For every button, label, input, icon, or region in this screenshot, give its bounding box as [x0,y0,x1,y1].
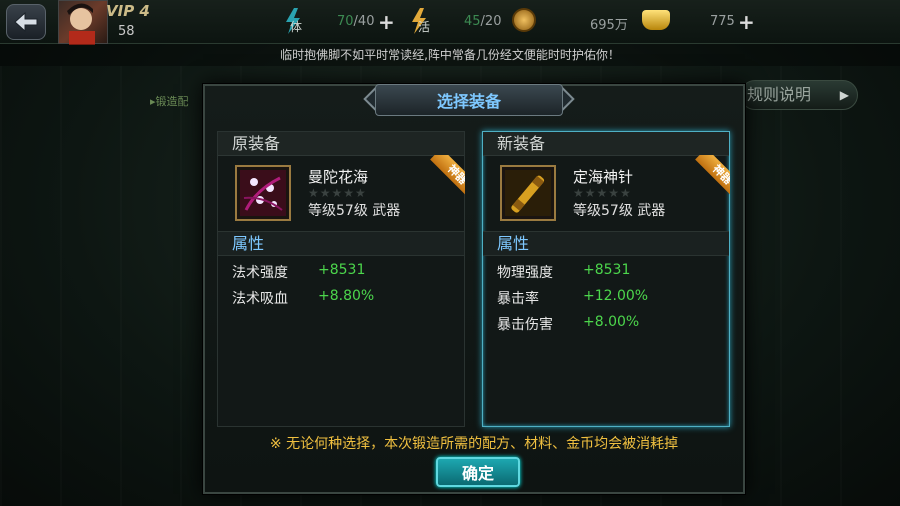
background-hint: ▸锻造配 [150,95,189,108]
notice-banner: 临时抱佛脚不如平时常读经,阵中常备几份经文便能时时护佑你！ [0,44,900,66]
vitality-value: 45/20 [464,14,502,29]
player-level: 58 [118,24,135,39]
new-attr-row: 物理强度 +8531 [497,262,631,281]
game-screen: VIP 4 58 体 70/40 + 活 45/20 695万 775 + 临时… [0,0,900,506]
consumption-warning: ※ 无论何种选择，本次锻造所需的配方、材料、金币均会被消耗掉 [269,436,679,452]
golden-staff-icon [505,170,551,216]
new-item-artifact-badge: 神器 [686,155,730,199]
old-equipment-header: 原装备 [218,132,464,156]
old-item-name: 曼陀花海 [308,168,369,186]
add-stamina-button[interactable]: + [378,12,395,32]
add-gold-button[interactable]: + [738,12,755,32]
vitality-label: 活 [418,20,431,34]
new-attr-row: 暴击率 +12.00% [497,288,649,307]
new-item-name: 定海神针 [573,168,634,186]
new-attr-row: 暴击伤害 +8.00% [497,314,640,333]
old-attr-row: 法术强度 +8531 [232,262,366,281]
copper-coin-icon [512,8,536,32]
old-equipment-panel[interactable]: 原装备 曼陀花海 ★★★★★ 等级57级 武器 神器 属性 法术强度 +8531… [217,131,465,427]
new-attributes-header: 属性 [483,232,729,256]
new-item-slot [500,165,556,221]
vip-label: VIP 4 [106,2,150,20]
old-item-artifact-badge: 神器 [421,155,465,199]
new-item-stars: ★★★★★ [573,186,632,200]
flower-sea-weapon-icon [240,170,286,216]
old-item-slot [235,165,291,221]
top-bar: VIP 4 58 体 70/40 + 活 45/20 695万 775 + [0,0,900,45]
confirm-button[interactable]: 确定 [436,457,520,487]
gold-amount: 775 [710,14,735,29]
new-equipment-panel[interactable]: 新装备 定海神针 ★★★★★ 等级57级 武器 神器 属性 物理强度+8531 [482,131,730,427]
copper-amount: 695万 [590,18,628,33]
avatar-portrait-icon [67,3,95,45]
new-item-row: 定海神针 ★★★★★ 等级57级 武器 神器 [483,155,730,232]
old-attributes-header: 属性 [218,232,464,256]
player-avatar[interactable] [58,0,108,45]
new-equipment-header: 新装备 [483,132,729,156]
rules-button[interactable]: 规则说明 ▶ [740,80,858,110]
dialog-title: 选择装备 [375,84,563,116]
gold-ingot-icon [642,10,670,30]
dialog-title-plate: 选择装备 [363,84,575,116]
stamina-label: 体 [290,20,303,34]
stamina-value: 70/40 [337,14,375,29]
rules-label: 规则说明 [747,85,812,104]
old-item-level: 等级57级 武器 [308,203,401,219]
old-item-row: 曼陀花海 ★★★★★ 等级57级 武器 神器 [218,155,465,232]
new-item-level: 等级57级 武器 [573,203,666,219]
chevron-right-icon: ▶ [839,88,849,102]
back-arrow-icon [14,11,38,33]
old-attr-row: 法术吸血 +8.80% [232,288,375,307]
old-item-stars: ★★★★★ [308,186,367,200]
back-button[interactable] [6,4,46,40]
